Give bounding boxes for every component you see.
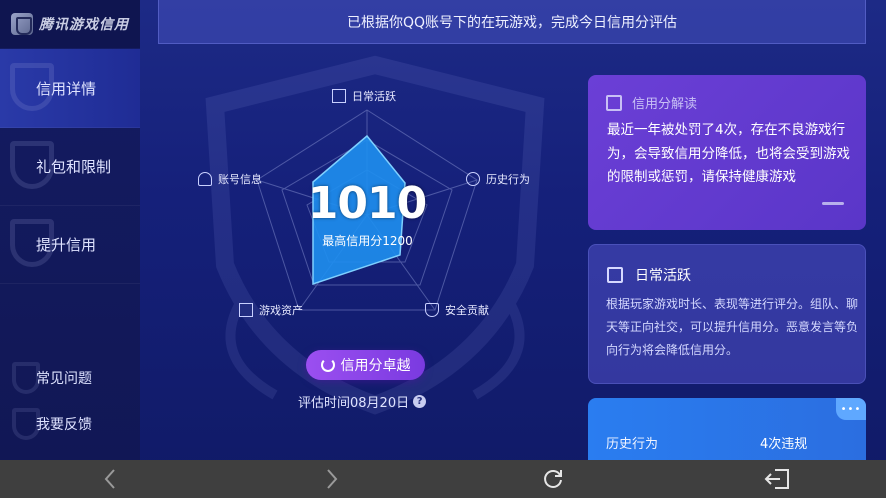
radar-axis-security: 安全贡献 [425, 302, 489, 318]
credit-interpretation-card: 信用分解读 最近一年被处罚了4次，存在不良游戏行为，会导致信用分降低，也将会受到… [588, 75, 866, 230]
refresh-button[interactable] [538, 460, 568, 498]
axis-label: 游戏资产 [259, 304, 303, 317]
radar-axis-daily-active: 日常活跃 [332, 88, 396, 104]
history-behavior-card[interactable]: 历史行为 4次违规 ••• [588, 398, 866, 468]
daily-active-card: 日常活跃 根据玩家游戏时长、表现等进行评分。组队、聊天等正向社交，可以提升信用分… [588, 244, 866, 384]
card-title: 信用分解读 [632, 97, 698, 112]
back-button[interactable] [95, 460, 125, 498]
bottom-navbar [0, 460, 886, 498]
card-header: 日常活跃 [607, 265, 691, 285]
radar-axis-account: 账号信息 [198, 171, 262, 187]
card-header: 信用分解读 [606, 93, 697, 112]
calendar-icon [607, 267, 623, 283]
user-icon [198, 172, 212, 186]
evaluation-time: 评估时间08月20日 ? [298, 392, 427, 411]
card-text: 根据玩家游戏时长、表现等进行评分。组队、聊天等正向社交，可以提升信用分。恶意发言… [606, 297, 859, 357]
history-value: 4次违规 [760, 437, 808, 452]
calendar-icon [332, 89, 346, 103]
pager-indicator [822, 202, 844, 205]
axis-label: 历史行为 [486, 173, 530, 186]
credit-level-button[interactable]: 信用分卓越 [306, 350, 425, 380]
axis-label: 安全贡献 [445, 304, 489, 317]
credit-score: 1010 [307, 178, 427, 229]
refresh-icon [544, 470, 562, 488]
help-icon[interactable]: ? [413, 395, 427, 408]
asset-icon [239, 303, 253, 317]
axis-label: 账号信息 [218, 173, 262, 186]
history-label: 历史行为 [606, 437, 659, 452]
card-text: 最近一年被处罚了4次，存在不良游戏行为，会导致信用分降低，也将会受到游戏的限制或… [607, 122, 850, 185]
clock-icon [466, 172, 480, 186]
chevron-left-icon [104, 469, 115, 489]
shield-icon [425, 303, 439, 317]
radar-axis-history: 历史行为 [466, 171, 530, 187]
max-score-text: 最高信用分1200 [322, 234, 413, 248]
chevron-right-icon [327, 469, 338, 489]
forward-button[interactable] [317, 460, 347, 498]
exit-button[interactable] [760, 460, 794, 498]
credit-level-label: 信用分卓越 [340, 358, 411, 374]
more-icon[interactable]: ••• [836, 398, 866, 420]
axis-label: 日常活跃 [352, 90, 396, 103]
evaluation-time-text: 评估时间08月20日 [298, 396, 410, 411]
exit-icon [764, 469, 789, 489]
radar-axis-assets: 游戏资产 [239, 302, 303, 318]
card-title: 日常活跃 [635, 268, 691, 284]
document-icon [606, 94, 622, 111]
smile-icon [320, 358, 335, 372]
